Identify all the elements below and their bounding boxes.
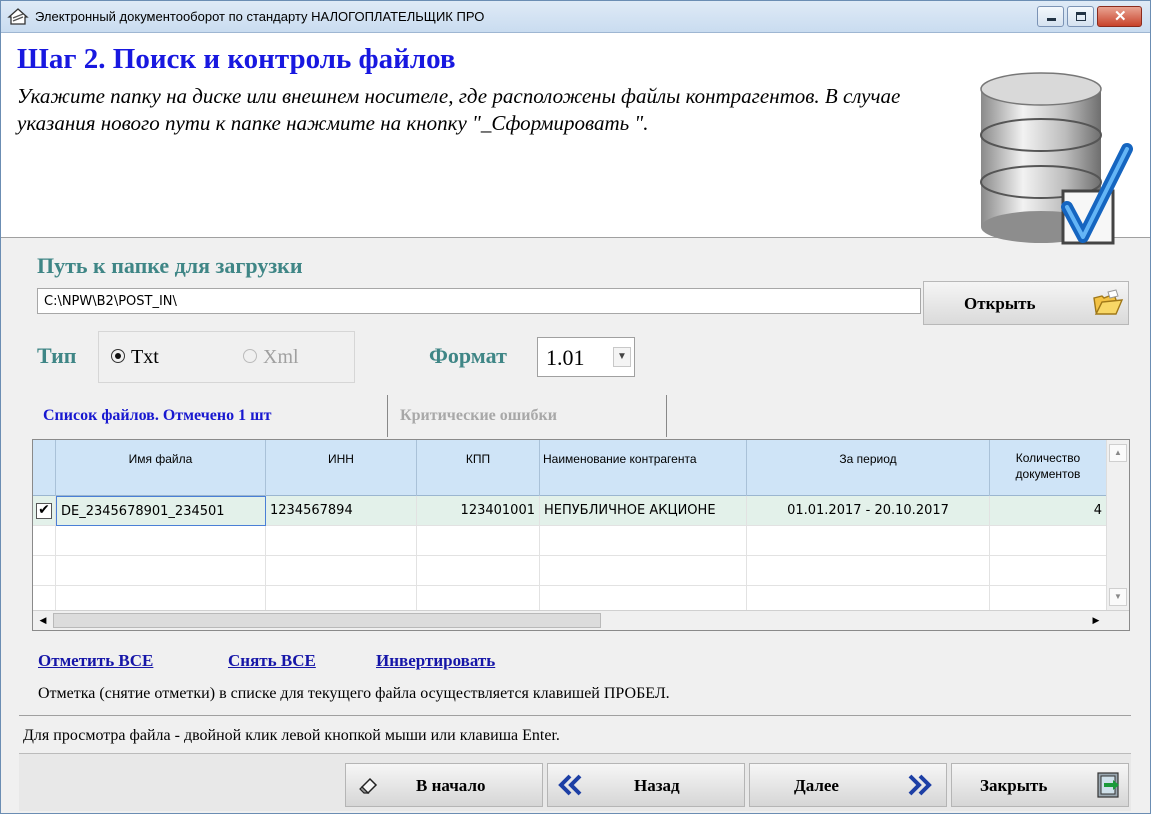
step-title: Шаг 2. Поиск и контроль файлов [17,43,456,75]
radio-selected-icon [111,349,125,364]
tab-critical-errors[interactable]: Критические ошибки [387,395,667,437]
vertical-scrollbar[interactable]: ▲ ▼ [1106,440,1129,616]
next-label: Далее [794,776,839,795]
type-radio-group: Txt Xml [98,331,355,383]
tab-file-list[interactable]: Список файлов. Отмечено 1 шт [43,395,271,437]
chevron-down-icon[interactable]: ▼ [613,347,631,367]
row-check-cell[interactable]: ✔ [33,496,56,526]
table-header: Имя файла ИНН КПП Наименование контраген… [33,440,1106,496]
cell-period[interactable]: 01.01.2017 - 20.10.2017 [747,496,990,526]
format-label: Формат [429,343,507,368]
eraser-icon [358,773,380,800]
exit-door-icon [1096,771,1122,802]
minimize-icon [1047,18,1056,21]
cell-kpp[interactable]: 123401001 [417,496,540,526]
space-key-hint: Отметка (снятие отметки) в списке для те… [38,685,670,702]
home-button[interactable]: В начало [345,763,543,807]
horizontal-scrollbar[interactable]: ◀ ▶ [33,610,1129,630]
double-chevron-right-icon [906,773,934,800]
divider [19,715,1131,716]
type-xml-label: Xml [263,346,299,368]
back-label: Назад [634,776,680,795]
maximize-button[interactable] [1067,6,1094,27]
app-icon [7,5,29,27]
format-value: 1.01 [546,345,585,370]
cell-counterparty[interactable]: НЕПУБЛИЧНОЕ АКЦИОНЕ [540,496,747,526]
double-chevron-left-icon [556,773,584,800]
scroll-down-icon[interactable]: ▼ [1109,588,1127,606]
maximize-icon [1076,12,1086,21]
select-all-link[interactable]: Отметить ВСЕ [38,651,153,671]
checkmark-icon[interactable]: ✔ [36,503,52,519]
table-row[interactable]: ✔ DE_2345678901_234501 1234567894 123401… [33,496,1106,526]
title-bar: Электронный документооборот по стандарту… [1,1,1150,33]
invert-selection-link[interactable]: Инвертировать [376,651,495,671]
header-filename[interactable]: Имя файла [56,440,266,496]
header-kpp[interactable]: КПП [417,440,540,496]
folder-path-input[interactable]: C:\NPW\B2\POST_IN\ [37,288,921,314]
empty-row [33,526,1106,556]
header-check-column [33,440,56,496]
step-header: Шаг 2. Поиск и контроль файлов Укажите п… [1,33,1150,245]
clear-all-link[interactable]: Снять ВСЕ [228,651,316,671]
database-check-icon [969,67,1139,267]
type-txt-label: Txt [131,346,159,368]
minimize-button[interactable] [1037,6,1064,27]
next-button[interactable]: Далее [749,763,947,807]
type-label: Тип [37,343,77,368]
header-doc-count[interactable]: Количество документов [990,440,1106,496]
scroll-up-icon[interactable]: ▲ [1109,444,1127,462]
format-select[interactable]: 1.01 ▼ [537,337,635,377]
app-window: Электронный документооборот по стандарту… [0,0,1151,814]
type-txt-radio[interactable]: Txt [111,346,159,369]
header-period[interactable]: За период [747,440,990,496]
scroll-right-icon[interactable]: ▶ [1087,612,1105,629]
cell-filename[interactable]: DE_2345678901_234501 [56,496,266,526]
open-folder-button[interactable]: Открыть [923,281,1129,325]
close-window-button[interactable]: ✕ [1097,6,1142,27]
home-label: В начало [416,776,486,795]
view-file-hint: Для просмотра файла - двойной клик левой… [23,727,560,744]
files-table: Имя файла ИНН КПП Наименование контраген… [32,439,1130,631]
header-counterparty[interactable]: Наименование контрагента [540,440,747,496]
step-description: Укажите папку на диске или внешнем носит… [17,84,901,135]
path-label: Путь к папке для загрузки [37,253,303,278]
type-xml-radio: Xml [243,346,299,369]
cell-inn[interactable]: 1234567894 [266,496,417,526]
header-inn[interactable]: ИНН [266,440,417,496]
close-button[interactable]: Закрыть [951,763,1129,807]
scroll-left-icon[interactable]: ◀ [34,612,52,629]
window-title: Электронный документооборот по стандарту… [35,9,485,24]
radio-empty-icon [243,349,257,364]
scroll-thumb[interactable] [53,613,601,628]
back-button[interactable]: Назад [547,763,745,807]
folder-icon [1090,288,1124,323]
close-icon: ✕ [1114,8,1127,25]
close-label: Закрыть [980,776,1048,795]
open-folder-label: Открыть [964,294,1036,313]
empty-row [33,556,1106,586]
cell-doc-count[interactable]: 4 [990,496,1106,526]
